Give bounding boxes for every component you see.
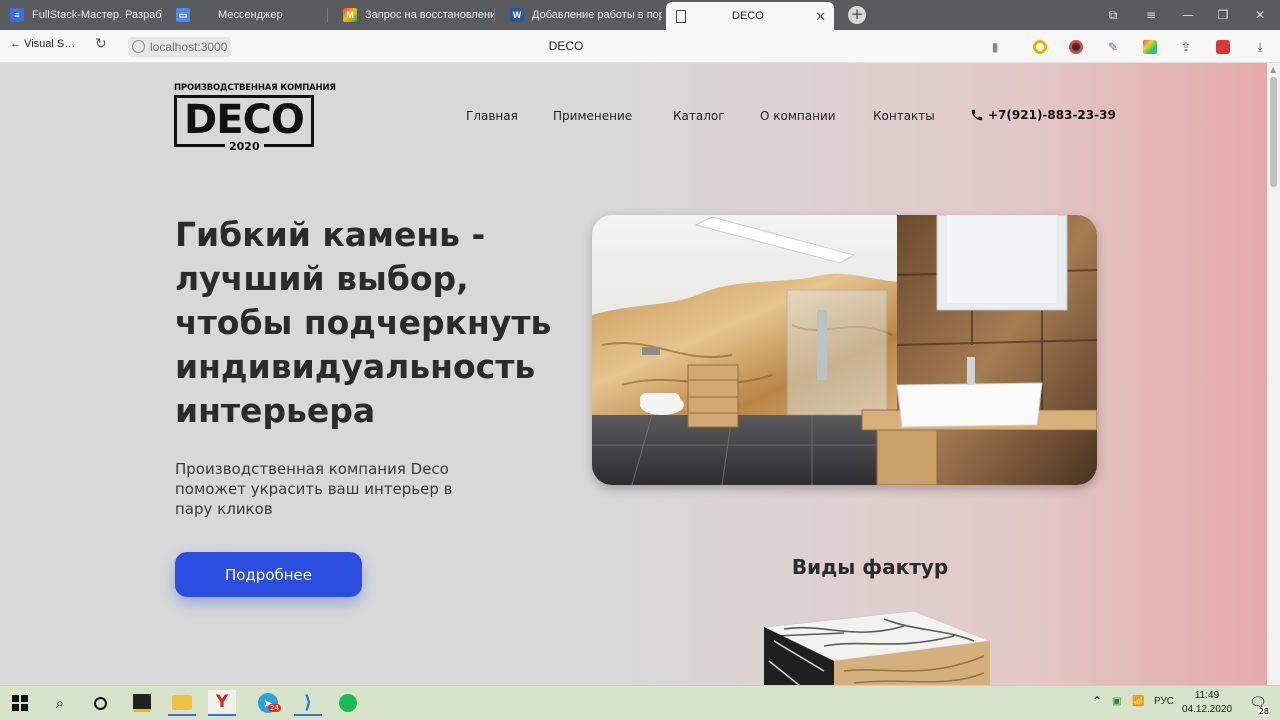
hero-bathroom-image [592, 215, 1097, 485]
tray-app-icon[interactable]: ▣ [1112, 696, 1121, 707]
more-button[interactable]: Подробнее [175, 552, 362, 597]
clock-date: 04.12.2020 [1181, 704, 1233, 715]
clock-time: 11:49 [1194, 690, 1220, 701]
language-indicator[interactable]: РУС [1154, 696, 1174, 707]
hero-title: Гибкий камень - лучший выбор, чтобы подч… [175, 215, 552, 430]
download-icon[interactable]: ⤓ [1251, 38, 1269, 56]
scrollbar-thumb[interactable] [1270, 77, 1277, 187]
extension-yellow-icon[interactable] [1031, 38, 1049, 56]
nav-usage[interactable]: Применение [553, 109, 632, 123]
word-icon: W [510, 8, 524, 22]
network-icon[interactable]: 📶 [1132, 696, 1144, 707]
logo-year: 2020 [225, 140, 264, 153]
clock[interactable]: 11:49 04.12.2020 [1178, 689, 1236, 717]
page-viewport: ПРОИЗВОДСТВЕННАЯ КОМПАНИЯ DECO 2020 Глав… [0, 63, 1267, 685]
page-title: DECO [548, 39, 584, 53]
nav-about[interactable]: О компании [760, 109, 836, 123]
telegram-badge: 24 [268, 704, 281, 712]
logo-caption: ПРОИЗВОДСТВЕННАЯ КОМПАНИЯ [174, 83, 336, 93]
search-icon[interactable]: ⌕ [46, 690, 74, 716]
phone-number: +7(921)-883-23-39 [988, 108, 1116, 122]
tab-label: FullStack-Мастер. Разраб [32, 9, 162, 21]
notifications-count: 28 [1257, 707, 1270, 716]
windows-taskbar: ⌕ Y ➤ 24 ⟩ ⌃ ▣ 📶 РУС 11:49 04.12.2020 🗨 … [0, 685, 1280, 720]
tab-fullstack[interactable]: ≡ FullStack-Мастер. Разраб [0, 0, 162, 30]
tab-label: Мессенджер [218, 9, 283, 21]
close-tab-icon[interactable]: ✕ [815, 9, 826, 25]
telegram-icon[interactable]: ➤ 24 [254, 690, 282, 716]
spotify-icon[interactable] [334, 690, 362, 716]
yandex-browser-icon[interactable]: Y [208, 690, 236, 716]
tray-chevron-icon[interactable]: ⌃ [1092, 694, 1102, 708]
tab-label: Добавление работы в пор [532, 9, 662, 21]
minimize-icon[interactable]: — [1170, 0, 1206, 30]
notifications-icon[interactable]: 🗨 28 [1244, 690, 1272, 716]
menu-icon[interactable]: ≡ [1133, 0, 1169, 30]
textures-title: Виды фактур [791, 555, 949, 579]
site-logo[interactable]: ПРОИЗВОДСТВЕННАЯ КОМПАНИЯ DECO 2020 [174, 83, 336, 153]
document-icon: ≡ [10, 8, 24, 22]
address-bar: ← Visual S… ↻ localhost:3000 DECO ▮ ✎ ⇪ … [0, 30, 1280, 63]
tab-gmail[interactable]: M Запрос на восстановлени [333, 0, 495, 30]
tab-messenger[interactable]: ▭ Мессенджер [166, 0, 328, 30]
nav-contacts[interactable]: Контакты [873, 109, 935, 123]
hero-subtitle: Производственная компания Deco поможет у… [175, 460, 453, 518]
file-explorer-icon[interactable] [168, 690, 196, 716]
vscode-icon[interactable]: ⟩ [294, 690, 322, 716]
tab-word[interactable]: W Добавление работы в пор [500, 0, 662, 30]
browser-tab-strip: ≡ FullStack-Мастер. Разраб ▭ Мессенджер … [0, 0, 1280, 30]
window-close-icon[interactable]: ✕ [1242, 0, 1278, 30]
logo-word: DECO [184, 97, 305, 143]
extension-grid-icon[interactable] [1141, 38, 1159, 56]
phone-link[interactable]: +7(921)-883-23-39 [970, 108, 1116, 122]
share-icon[interactable]: ⇪ [1177, 38, 1195, 56]
tab-overview-icon[interactable]: ⧉ [1095, 0, 1131, 30]
chat-icon: ▭ [176, 8, 190, 22]
phone-icon [971, 109, 983, 121]
scroll-up-icon[interactable]: ▲ [1270, 65, 1276, 74]
marble-texture-sample[interactable] [762, 610, 991, 685]
extension-eye-icon[interactable] [1067, 38, 1085, 56]
gmail-icon: M [343, 8, 357, 22]
page-scrollbar[interactable]: ▲ [1267, 63, 1280, 685]
new-tab-button[interactable]: + [848, 6, 866, 24]
pen-icon[interactable]: ✎ [1104, 38, 1122, 56]
tab-label: DECO [732, 10, 764, 22]
nav-catalog[interactable]: Каталог [673, 109, 725, 123]
tab-deco-active[interactable]: DECO ✕ [666, 2, 834, 30]
tab-label: Запрос на восстановлени [365, 9, 495, 21]
sticky-notes-icon[interactable] [128, 690, 156, 716]
task-view-icon[interactable] [86, 690, 114, 716]
bookmark-icon[interactable]: ▮ [986, 38, 1004, 56]
logo-box: DECO 2020 [174, 95, 314, 153]
nav-home[interactable]: Главная [466, 109, 518, 123]
windows-start-icon[interactable] [6, 690, 34, 716]
page-icon [676, 9, 686, 23]
extension-red-icon[interactable] [1214, 38, 1232, 56]
restore-icon[interactable]: ❐ [1205, 0, 1241, 30]
